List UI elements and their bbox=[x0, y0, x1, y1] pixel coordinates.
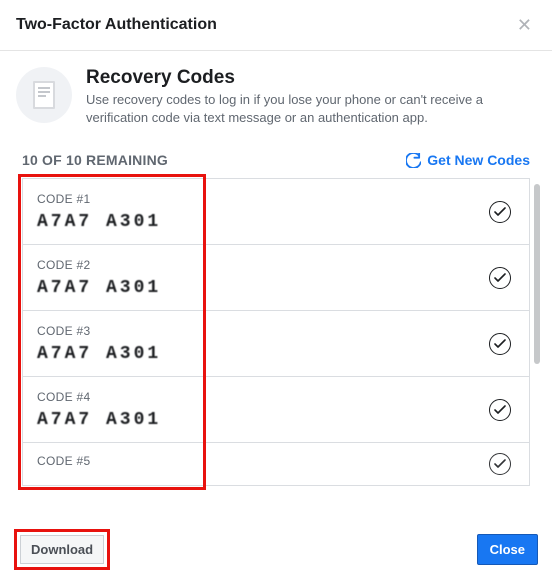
code-value: A7A7 A301 bbox=[37, 343, 161, 364]
code-value: A7A7 A301 bbox=[37, 409, 161, 430]
code-row: CODE #2 A7A7 A301 bbox=[23, 245, 529, 311]
code-value: A7A7 A301 bbox=[37, 277, 161, 298]
close-icon[interactable]: ✕ bbox=[513, 12, 536, 38]
scrollbar[interactable] bbox=[534, 184, 540, 364]
modal-title: Two-Factor Authentication bbox=[16, 16, 217, 34]
code-row: CODE #3 A7A7 A301 bbox=[23, 311, 529, 377]
code-value: A7A7 A301 bbox=[37, 211, 161, 232]
code-row: CODE #4 A7A7 A301 bbox=[23, 377, 529, 443]
checkmark-icon bbox=[489, 201, 511, 223]
checkmark-icon bbox=[489, 267, 511, 289]
modal-footer: Download Close bbox=[0, 529, 552, 570]
status-row: 10 OF 10 REMAINING Get New Codes bbox=[0, 134, 552, 178]
get-new-codes-label: Get New Codes bbox=[427, 152, 530, 168]
hero-section: Recovery Codes Use recovery codes to log… bbox=[0, 51, 552, 134]
hero-description: Use recovery codes to log in if you lose… bbox=[86, 91, 536, 126]
code-label: CODE #4 bbox=[37, 390, 161, 404]
code-row: CODE #5 bbox=[23, 443, 529, 485]
checkmark-icon bbox=[489, 399, 511, 421]
codes-list[interactable]: CODE #1 A7A7 A301 CODE #2 A7A7 A301 CODE… bbox=[22, 178, 530, 486]
hero-title: Recovery Codes bbox=[86, 67, 536, 89]
code-label: CODE #2 bbox=[37, 258, 161, 272]
remaining-count: 10 OF 10 REMAINING bbox=[22, 152, 168, 168]
code-label: CODE #5 bbox=[37, 454, 90, 468]
get-new-codes-button[interactable]: Get New Codes bbox=[406, 152, 530, 168]
checkmark-icon bbox=[489, 333, 511, 355]
checkmark-icon bbox=[489, 453, 511, 475]
hero-text: Recovery Codes Use recovery codes to log… bbox=[86, 67, 536, 126]
download-button[interactable]: Download bbox=[20, 535, 104, 564]
codes-list-container: CODE #1 A7A7 A301 CODE #2 A7A7 A301 CODE… bbox=[22, 178, 530, 486]
annotation-highlight-download: Download bbox=[14, 529, 110, 570]
close-button[interactable]: Close bbox=[477, 534, 538, 565]
document-icon bbox=[16, 67, 72, 123]
code-label: CODE #3 bbox=[37, 324, 161, 338]
modal-header: Two-Factor Authentication ✕ bbox=[0, 0, 552, 51]
refresh-icon bbox=[406, 153, 421, 168]
code-label: CODE #1 bbox=[37, 192, 161, 206]
code-row: CODE #1 A7A7 A301 bbox=[23, 179, 529, 245]
